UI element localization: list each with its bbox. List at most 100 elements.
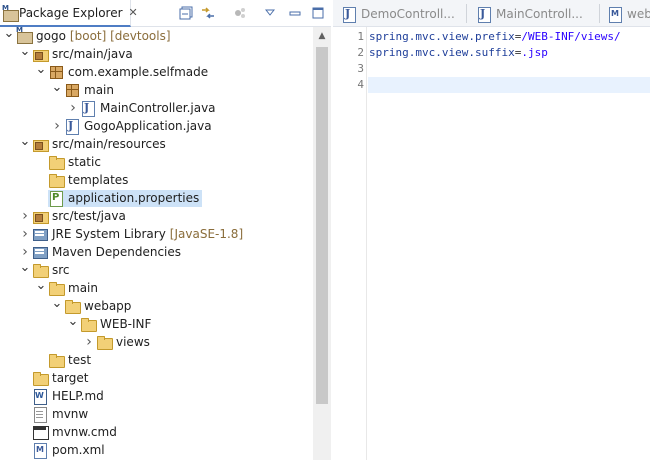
tree-item[interactable]: › Maven Dependencies [0, 243, 313, 261]
package-explorer-icon [2, 4, 19, 22]
collapse-all-icon[interactable] [178, 5, 194, 21]
tree-item-content[interactable]: pom.xml [32, 442, 108, 459]
tree-item-content[interactable]: target [32, 370, 92, 387]
tree-item[interactable]: ⌄ src/main/resources [0, 132, 313, 153]
property-value: /WEB-INF/views/ [521, 30, 621, 43]
library-icon [32, 226, 48, 242]
tree-item-selected[interactable]: application.properties [0, 189, 313, 207]
line-number: 3 [357, 62, 364, 75]
tree-item[interactable]: ⌄ main [0, 78, 313, 99]
editor-tab-label: webs [627, 6, 650, 21]
tree-item-content[interactable]: HELP.md [32, 388, 107, 405]
tree-item[interactable]: target [0, 369, 313, 387]
tree-item-content[interactable]: MainController.java [80, 100, 219, 117]
tree-item-content[interactable]: GogoApplication.java [64, 118, 215, 135]
tree-scrollbar[interactable]: ▲ [313, 27, 331, 460]
tree-item[interactable]: ⌄ com.example.selfmade [0, 60, 313, 81]
expanded-arrow-icon[interactable]: ⌄ [18, 258, 32, 276]
code-line[interactable]: spring.mvc.view.prefix=/WEB-INF/views/ [368, 29, 650, 45]
folder-icon [96, 334, 113, 350]
tree-item[interactable]: templates [0, 171, 313, 189]
tree-item-label: mvnw.cmd [52, 425, 117, 439]
tree-item-label: templates [68, 173, 129, 187]
expanded-arrow-icon[interactable]: ⌄ [18, 132, 32, 150]
tree-item-content[interactable]: static [48, 154, 104, 171]
tree-item-decoration: [JavaSE-1.8] [169, 227, 244, 241]
tree-item[interactable]: HELP.md [0, 387, 313, 405]
collapsed-arrow-icon[interactable]: › [18, 207, 32, 225]
tree-item[interactable]: ⌄ WEB-INF [0, 312, 313, 333]
tree-item[interactable]: › GogoApplication.java [0, 117, 313, 135]
tree-item-content[interactable]: mvnw [32, 406, 91, 423]
expanded-arrow-icon[interactable]: ⌄ [50, 78, 64, 96]
link-with-editor-icon[interactable] [200, 5, 216, 21]
editor-tab-demo-controller[interactable]: DemoControll... [341, 0, 455, 26]
tree-item[interactable]: test [0, 351, 313, 369]
tree-item-label: views [116, 335, 150, 349]
folder-icon [48, 352, 65, 368]
tree-item-label: gogo [36, 29, 66, 43]
line-number: 2 [357, 46, 364, 59]
tree-item[interactable]: static [0, 153, 313, 171]
tree-item[interactable]: mvnw [0, 405, 313, 423]
expanded-arrow-icon[interactable]: ⌄ [34, 276, 48, 294]
expanded-arrow-icon[interactable]: ⌄ [2, 27, 16, 42]
line-number: 4 [357, 78, 364, 91]
tree-item-label: MainController.java [100, 101, 216, 115]
tree-item-content[interactable]: com.example.selfmade [48, 64, 211, 81]
properties-editor[interactable]: spring.mvc.view.prefix=/WEB-INF/views/ s… [368, 27, 650, 460]
editor-tab-webs[interactable]: webs [607, 0, 650, 26]
expanded-arrow-icon[interactable]: ⌄ [50, 294, 64, 312]
tree-item-content[interactable]: gogo[boot] [devtools] [16, 27, 174, 45]
expanded-arrow-icon[interactable]: ⌄ [34, 60, 48, 78]
editor-tab-main-controller[interactable]: MainControll... [476, 0, 583, 26]
tree-item-label: src/test/java [52, 209, 126, 223]
close-icon[interactable]: ✕ [129, 6, 138, 19]
project-tree[interactable]: ⌄gogo[boot] [devtools]⌄src/main/java⌄com… [0, 27, 313, 460]
tree-item-content[interactable]: test [48, 352, 94, 369]
scroll-up-icon[interactable]: ▲ [313, 27, 331, 45]
tree-item-content[interactable]: main [64, 82, 117, 99]
maximize-icon[interactable] [310, 5, 326, 21]
collapsed-arrow-icon[interactable]: › [66, 99, 80, 117]
collapsed-arrow-icon[interactable]: › [82, 333, 96, 351]
tree-item-content[interactable]: templates [48, 172, 131, 189]
tree-item[interactable]: › views [0, 333, 313, 351]
collapsed-arrow-icon[interactable]: › [50, 117, 64, 135]
minimize-icon[interactable] [287, 5, 303, 21]
code-line[interactable]: spring.mvc.view.suffix=.jsp [368, 45, 650, 61]
tree-item-content[interactable]: application.properties [48, 189, 203, 207]
tree-item[interactable]: ⌄gogo[boot] [devtools] [0, 27, 313, 45]
tree-item[interactable]: › src/test/java [0, 207, 313, 225]
tree-item-content[interactable]: src/main/resources [32, 136, 169, 153]
tree-item-content[interactable]: mvnw.cmd [32, 424, 120, 441]
tree-item[interactable]: pom.xml [0, 441, 313, 459]
expanded-arrow-icon[interactable]: ⌄ [66, 312, 80, 330]
focus-on-active-task-icon[interactable] [232, 5, 248, 21]
package-explorer-tab[interactable]: Package Explorer ✕ [0, 0, 138, 27]
tree-item-content[interactable]: views [96, 334, 153, 351]
tree-item-content[interactable]: Maven Dependencies [32, 244, 184, 261]
view-menu-icon[interactable] [262, 5, 278, 21]
tree-item[interactable]: ⌄ main [0, 276, 313, 297]
tree-item[interactable]: ⌄ webapp [0, 294, 313, 315]
java-file-icon [476, 6, 492, 23]
cmd-file-icon [32, 424, 49, 440]
expanded-arrow-icon[interactable]: ⌄ [18, 42, 32, 60]
tree-item-decoration: [boot] [devtools] [69, 29, 171, 43]
tree-item[interactable]: › JRE System Library [JavaSE-1.8] [0, 225, 313, 243]
current-code-line[interactable] [368, 77, 650, 93]
code-line[interactable] [368, 61, 650, 77]
package-icon [64, 82, 80, 98]
tree-item[interactable]: mvnw.cmd [0, 423, 313, 441]
scrollbar-thumb[interactable] [316, 47, 328, 404]
folder-icon [32, 370, 49, 386]
collapsed-arrow-icon[interactable]: › [18, 225, 32, 243]
tree-item-content[interactable]: JRE System Library [JavaSE-1.8] [32, 226, 246, 243]
tree-item-content[interactable]: WEB-INF [80, 316, 154, 333]
tree-item[interactable]: › MainController.java [0, 99, 313, 117]
tree-item-content[interactable]: src/test/java [32, 208, 129, 225]
